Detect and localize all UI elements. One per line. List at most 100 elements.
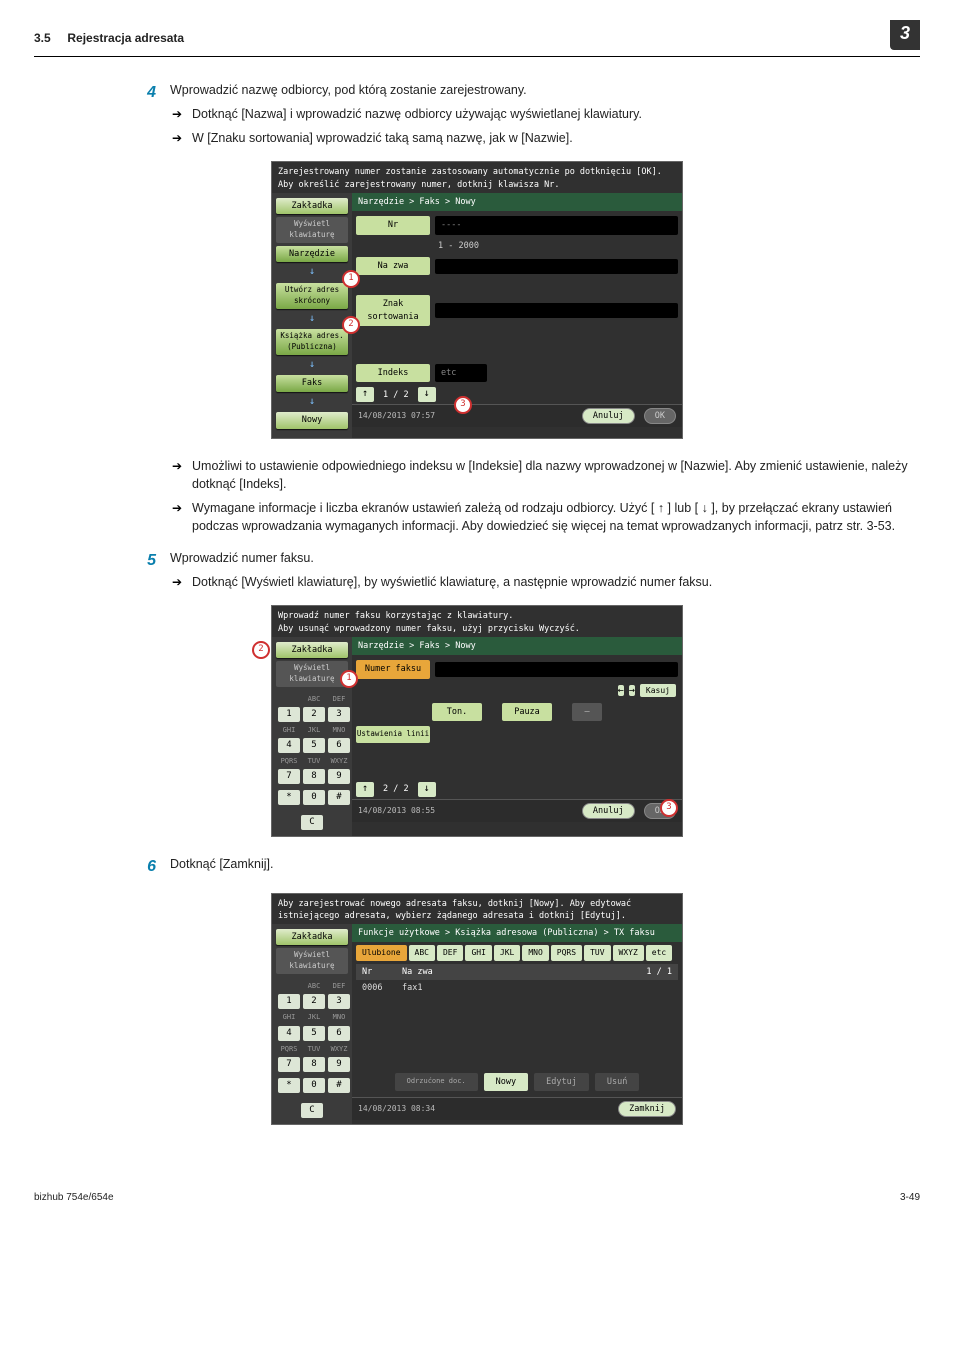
datetime: 14/08/2013 07:57 (358, 410, 435, 422)
key-hash[interactable]: # (328, 790, 350, 805)
tab-def[interactable]: DEF (437, 945, 463, 961)
btn-odrzucone[interactable]: Odrzućone doc. (395, 1073, 478, 1091)
range-text: 1 - 2000 (438, 240, 479, 252)
btn-ksiazka[interactable]: Książka adres. (Publiczna) (276, 329, 348, 355)
btn-pauza[interactable]: Pauza (502, 703, 552, 721)
key-1[interactable]: 1 (278, 994, 300, 1009)
step-6: 6 Dotknąć [Zamknij]. (134, 855, 920, 878)
step-text: Wprowadzić nazwę odbiorcy, pod którą zos… (170, 81, 920, 99)
key-6[interactable]: 6 (328, 1026, 350, 1041)
field-numer-faksu[interactable]: Numer faksu (356, 660, 430, 678)
key-2[interactable]: 2 (303, 994, 325, 1009)
key-3[interactable]: 3 (328, 707, 350, 722)
key-8[interactable]: 8 (303, 769, 325, 784)
tab-ghi[interactable]: GHI (465, 945, 491, 961)
key-7[interactable]: 7 (278, 1057, 300, 1072)
key-8[interactable]: 8 (303, 1057, 325, 1072)
key-5[interactable]: 5 (303, 1026, 325, 1041)
note: Umożliwi to ustawienie odpowiedniego ind… (192, 457, 920, 493)
side-column: Zakładka Wyświetl klawiaturę Narzędzie ↓… (272, 193, 352, 438)
btn-ton[interactable]: Ton. (432, 703, 482, 721)
section-title: Rejestracja adresata (67, 31, 184, 45)
btn-faks[interactable]: Faks (276, 375, 348, 391)
list-row[interactable]: 0006 fax1 (356, 980, 678, 996)
field-nazwa[interactable]: Na zwa (356, 257, 430, 275)
key-c[interactable]: C (301, 1103, 323, 1118)
key-9[interactable]: 9 (328, 769, 350, 784)
chapter-badge: 3 (890, 20, 920, 50)
btn-edytuj[interactable]: Edytuj (534, 1073, 589, 1091)
down-arrow-icon: ↓ (272, 395, 352, 410)
btn-ustawienia-linii[interactable]: Ustawienia linii (356, 726, 430, 743)
key-5[interactable]: 5 (303, 738, 325, 753)
btn-nowy[interactable]: Nowy (276, 412, 348, 428)
key-6[interactable]: 6 (328, 738, 350, 753)
btn-usun[interactable]: Usuń (595, 1073, 639, 1091)
screenshot-3: Aby zarejestrować nowego adresata faksu,… (271, 893, 683, 1125)
key-0[interactable]: 0 (303, 790, 325, 805)
key-c[interactable]: C (301, 815, 323, 830)
field-nr[interactable]: Nr (356, 216, 430, 234)
key-0[interactable]: 0 (303, 1078, 325, 1093)
btn-nowy[interactable]: Nowy (484, 1073, 528, 1091)
step-number: 4 (134, 81, 156, 147)
breadcrumb: Funkcje użytkowe > Książka adresowa (Pub… (352, 924, 682, 942)
step-text: Dotknąć [Zamknij]. (170, 855, 920, 873)
key-4[interactable]: 4 (278, 1026, 300, 1041)
btn-dash[interactable]: — (572, 703, 602, 721)
value-nr: ---- (435, 216, 678, 234)
arrow-icon: ➔ (170, 500, 184, 536)
keypad: ABCDEF 1 2 3 GHIJKLMNO 4 5 6 PQRSTUVWXYZ… (272, 690, 352, 809)
tab-abc[interactable]: ABC (409, 945, 435, 961)
side-column: Zakładka Wyświetl klawiaturę ABCDEF 1 2 … (272, 924, 352, 1124)
cancel-button[interactable]: Anuluj (582, 803, 635, 819)
step-number: 5 (134, 549, 156, 591)
btn-narzedzie[interactable]: Narzędzie (276, 246, 348, 262)
ok-button[interactable]: OK (644, 408, 676, 424)
hint-text: Aby zarejestrować nowego adresata faksu,… (272, 894, 682, 925)
key-1[interactable]: 1 (278, 707, 300, 722)
page-down-button[interactable]: ↓ (418, 387, 436, 402)
key-4[interactable]: 4 (278, 738, 300, 753)
tab-wxyz[interactable]: WXYZ (613, 945, 644, 961)
arrow-left-button[interactable]: ← (618, 685, 624, 696)
key-2[interactable]: 2 (303, 707, 325, 722)
key-3[interactable]: 3 (328, 994, 350, 1009)
pager-text: 2 / 2 (379, 783, 413, 795)
btn-show-keyboard[interactable]: Wyświetl klawiaturę (276, 948, 348, 974)
btn-show-keyboard[interactable]: Wyświetl klawiaturę (276, 661, 348, 687)
tab-etc[interactable]: etc (646, 945, 672, 961)
step-text: Wprowadzić numer faksu. (170, 549, 920, 567)
key-7[interactable]: 7 (278, 769, 300, 784)
page-up-button[interactable]: ↑ (356, 782, 374, 797)
substep: Dotknąć [Nazwa] i wprowadzić nazwę odbio… (192, 105, 920, 123)
side-column: Zakładka Wyświetl klawiaturę ABCDEF 1 2 … (272, 637, 352, 836)
tab-zakladka[interactable]: Zakładka (276, 929, 348, 945)
page-footer: bizhub 754e/654e 3-49 (34, 1185, 920, 1206)
tab-zakladka[interactable]: Zakładka (276, 642, 348, 658)
key-9[interactable]: 9 (328, 1057, 350, 1072)
field-sort[interactable]: Znak sortowania (356, 295, 430, 326)
arrow-icon: ➔ (170, 106, 184, 124)
key-star[interactable]: * (278, 790, 300, 805)
close-button[interactable]: Zamknij (618, 1101, 676, 1117)
cancel-button[interactable]: Anuluj (582, 408, 635, 424)
arrow-right-button[interactable]: → (629, 685, 635, 696)
breadcrumb: Narzędzie > Faks > Nowy (352, 637, 682, 655)
btn-utworz-adres[interactable]: Utwórz adres skrócony (276, 283, 348, 309)
key-star[interactable]: * (278, 1078, 300, 1093)
page-up-button[interactable]: ↑ (356, 387, 374, 402)
field-index[interactable]: Indeks (356, 364, 430, 382)
tab-zakladka[interactable]: Zakładka (276, 198, 348, 214)
tab-ulubione[interactable]: Ulubione (356, 945, 407, 961)
tab-pqrs[interactable]: PQRS (551, 945, 582, 961)
btn-show-keyboard[interactable]: Wyświetl klawiaturę (276, 217, 348, 243)
tab-jkl[interactable]: JKL (494, 945, 520, 961)
model-name: bizhub 754e/654e (34, 1191, 114, 1206)
tab-mno[interactable]: MNO (522, 945, 548, 961)
key-hash[interactable]: # (328, 1078, 350, 1093)
index-tabs: Ulubione ABC DEF GHI JKL MNO PQRS TUV WX… (356, 945, 678, 961)
kasuj-button[interactable]: Kasuj (640, 684, 676, 697)
tab-tuv[interactable]: TUV (584, 945, 610, 961)
page-down-button[interactable]: ↓ (418, 782, 436, 797)
